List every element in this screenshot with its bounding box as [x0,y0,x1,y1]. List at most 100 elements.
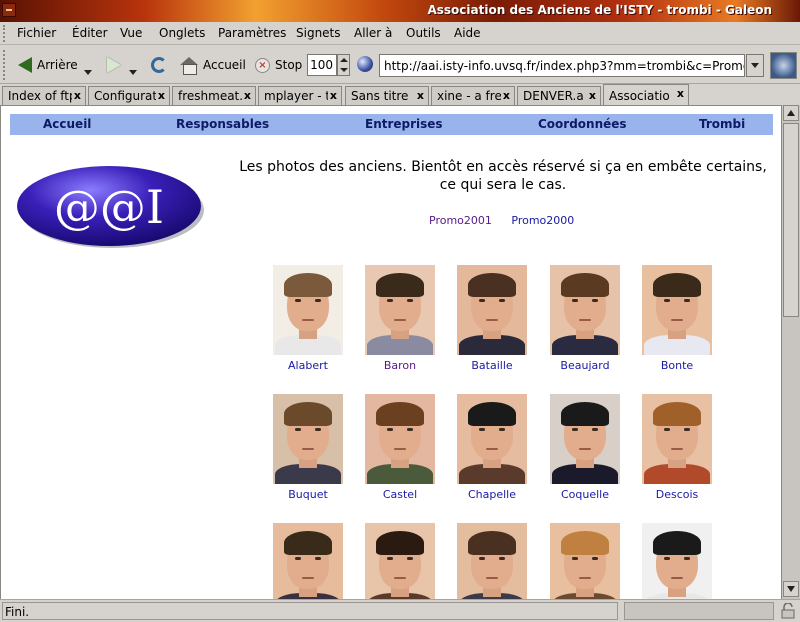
photo-part [376,402,424,426]
home-button[interactable]: Accueil [180,52,246,78]
person-photo[interactable] [642,265,712,355]
url-field[interactable]: http://aai.isty-info.uvsq.fr/index.php3?… [379,54,745,77]
photo-part [671,577,683,579]
menu-parametres[interactable]: Paramètres [218,26,286,40]
person-name-link[interactable]: Beaujard [540,359,630,372]
person-photo[interactable] [642,523,712,599]
photo-part [561,273,609,297]
person-photo[interactable] [457,265,527,355]
person-photo[interactable] [457,523,527,599]
photo-part [572,299,578,302]
photo-part [486,319,498,321]
menu-onglets[interactable]: Onglets [159,26,205,40]
person-name-link[interactable]: Baron [355,359,445,372]
forward-button[interactable] [107,52,121,78]
photo-part [592,557,598,560]
promo-link-2000[interactable]: Promo2000 [511,214,574,227]
photo-part [684,557,690,560]
zoom-stepper[interactable] [337,54,350,76]
promo-links: Promo2001 Promo2000 [429,214,590,227]
menu-vue[interactable]: Vue [120,26,142,40]
nav-link-coordonnees[interactable]: Coordonnées [538,117,627,131]
url-history-dropdown[interactable] [746,54,764,77]
person-photo[interactable] [273,265,343,355]
person-name-link[interactable]: Coquelle [540,488,630,501]
person-photo[interactable] [365,265,435,355]
menu-signets[interactable]: Signets [296,26,341,40]
security-lock-icon[interactable] [779,603,797,619]
photo-part [284,273,332,297]
menu-fichier[interactable]: Fichier [17,26,56,40]
toolbar-grip[interactable] [3,50,8,80]
tab-association[interactable]: Associatio x [603,84,689,106]
back-button[interactable]: Arrière [18,52,78,78]
back-history-dropdown-icon[interactable] [84,70,92,75]
progress-bar [624,602,774,620]
tab-close-icon[interactable]: x [158,89,165,102]
tab-close-icon[interactable]: x [244,89,251,102]
promo-link-2001[interactable]: Promo2001 [429,214,492,227]
person-name-link[interactable]: Bataille [447,359,537,372]
person-photo[interactable] [642,394,712,484]
person-name-link[interactable]: Buquet [263,488,353,501]
home-icon [180,57,198,75]
back-arrow-icon [18,57,32,73]
galeon-throbber-icon[interactable] [770,52,797,79]
tab-close-icon[interactable]: x [677,87,684,100]
scroll-up-button[interactable] [783,105,799,121]
menu-editer[interactable]: Éditer [72,26,108,40]
vertical-scrollbar[interactable] [781,105,800,599]
scroll-thumb[interactable] [783,123,799,317]
photo-part [499,299,505,302]
photo-part [407,428,413,431]
tab-freshmeat[interactable]: freshmeat.r x [172,86,256,105]
logo-text: @@I [54,180,164,234]
tab-close-icon[interactable]: x [589,89,596,102]
window-menu-button[interactable] [2,3,16,17]
window-title-bar[interactable]: Association des Anciens de l'ISTY - trom… [0,0,800,22]
photo-part [394,319,406,321]
site-favicon-icon[interactable] [357,56,373,72]
tab-mplayer[interactable]: mplayer - tx [258,86,342,105]
menu-aller-a[interactable]: Aller à [354,26,392,40]
scroll-down-button[interactable] [783,581,799,597]
nav-link-trombi[interactable]: Trombi [699,117,745,131]
menu-aide[interactable]: Aide [454,26,481,40]
person-photo[interactable] [550,394,620,484]
home-button-label: Accueil [203,58,246,72]
person-photo[interactable] [457,394,527,484]
person-photo[interactable] [365,394,435,484]
person-name-link[interactable]: Bonte [632,359,722,372]
menu-outils[interactable]: Outils [406,26,441,40]
tab-index-of-ftp[interactable]: Index of ftp x [2,86,86,105]
forward-history-dropdown-icon[interactable] [129,70,137,75]
tab-sans-titre[interactable]: Sans titre x [345,86,429,105]
photo-part [671,319,683,321]
person-photo[interactable] [365,523,435,599]
photo-part [664,428,670,431]
menubar-grip[interactable] [3,25,8,42]
tab-denver[interactable]: DENVER.a x [517,86,601,105]
tab-configuration[interactable]: Configurati x [88,86,170,105]
photo-part [653,531,701,555]
person-name-link[interactable]: Alabert [263,359,353,372]
person-photo[interactable] [550,265,620,355]
person-photo[interactable] [550,523,620,599]
tab-close-icon[interactable]: x [74,89,81,102]
person-photo[interactable] [273,394,343,484]
tab-close-icon[interactable]: x [330,89,337,102]
person-name-link[interactable]: Castel [355,488,445,501]
person-name-link[interactable]: Chapelle [447,488,537,501]
zoom-field[interactable]: 100 [307,54,337,76]
tab-close-icon[interactable]: x [503,89,510,102]
stop-button[interactable]: × Stop [255,52,302,78]
person-name-link[interactable]: Descois [632,488,722,501]
tab-label: Sans titre [351,89,409,103]
person-photo[interactable] [273,523,343,599]
tab-xine[interactable]: xine - a fre x [431,86,515,105]
nav-link-responsables[interactable]: Responsables [176,117,269,131]
tab-close-icon[interactable]: x [417,89,424,102]
reload-button[interactable] [151,52,167,78]
nav-link-entreprises[interactable]: Entreprises [365,117,443,131]
nav-link-accueil[interactable]: Accueil [43,117,91,131]
